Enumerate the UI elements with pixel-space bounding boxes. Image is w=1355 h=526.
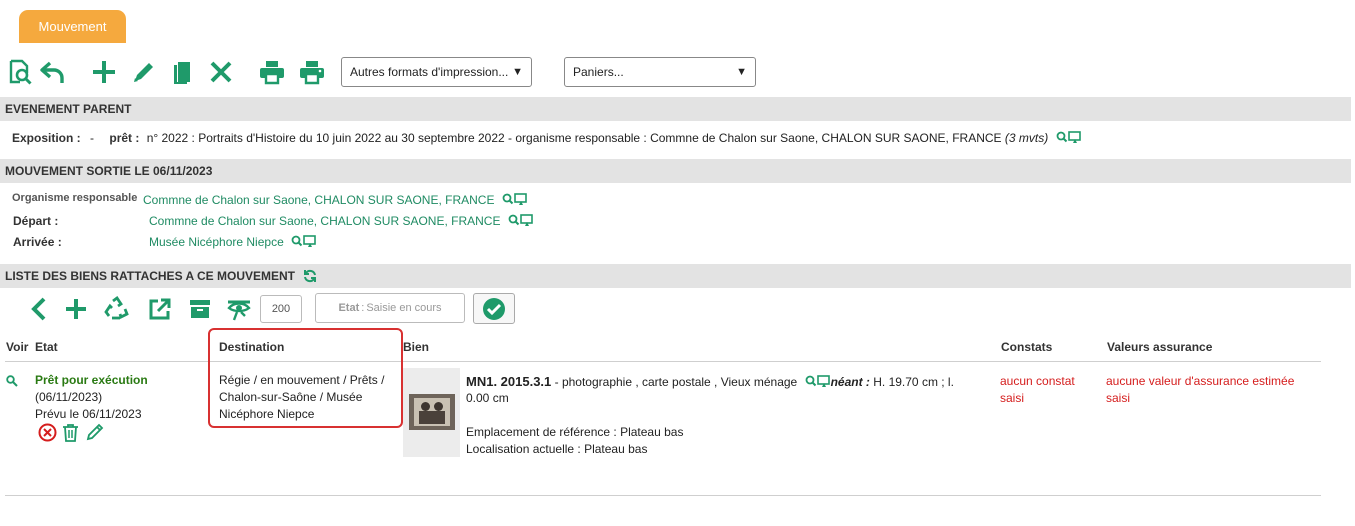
row-constats: aucun constat [1000, 374, 1075, 388]
col-header-bien: Bien [403, 340, 430, 354]
row-constats-2: saisi [1000, 391, 1025, 405]
items-header-label: LISTE DES BIENS RATTACHES A CE MOUVEMENT [5, 269, 296, 283]
arrivee-value[interactable]: Musée Nicéphore Niepce [149, 235, 284, 249]
pret-count: (3 mvts) [1004, 131, 1049, 145]
col-header-etat: Etat [35, 340, 58, 354]
pret-label: prêt : [109, 131, 140, 145]
add-item-icon[interactable] [61, 294, 91, 324]
row-edit-icon[interactable] [85, 423, 105, 445]
row-destination-line3: Nicéphore Niepce [219, 407, 315, 421]
chevron-down-icon: ▼ [736, 66, 747, 78]
row-cancel-icon[interactable] [38, 423, 57, 445]
organisme-value[interactable]: Commne de Chalon sur Saone, CHALON SUR S… [143, 193, 494, 207]
page-size-input[interactable]: 200 [260, 295, 302, 323]
add-icon[interactable] [89, 57, 119, 87]
chevron-down-icon: ▼ [512, 66, 523, 78]
col-header-valeurs: Valeurs assurance [1107, 340, 1213, 354]
col-header-constats: Constats [1001, 340, 1053, 354]
row-valeurs: aucune valeur d'assurance estimée [1106, 374, 1295, 388]
archive-box-icon[interactable] [185, 294, 215, 324]
print-icon[interactable] [257, 57, 287, 87]
arrivee-label: Arrivée : [13, 235, 62, 249]
preview-search-icon[interactable] [5, 57, 35, 87]
exposition-label: Exposition : [12, 131, 81, 145]
table-bottom-divider [5, 495, 1321, 496]
exposition-value: - [90, 131, 95, 145]
section-header-parent-event: EVENEMENT PARENT [0, 97, 1351, 121]
bien-thumbnail-image [409, 394, 455, 430]
header-divider [5, 361, 1321, 362]
row-valeurs-2: saisi [1106, 391, 1131, 405]
row-view-search-icon[interactable] [6, 375, 18, 390]
etat-input-placeholder: Saisie en cours [366, 302, 442, 314]
row-trash-icon[interactable] [62, 423, 79, 445]
bien-localisation: Localisation actuelle : Plateau bas [466, 442, 648, 456]
pret-value: n° 2022 : Portraits d'Histoire du 10 jui… [146, 131, 1002, 145]
row-status-date: (06/11/2023) [35, 390, 103, 404]
row-bien-line1: MN1. 2015.3.1 - photographie , carte pos… [466, 373, 954, 393]
external-link-icon[interactable] [145, 294, 175, 324]
print-formats-select[interactable]: Autres formats d'impression... ▼ [341, 57, 532, 87]
print-formats-value: Autres formats d'impression... [350, 65, 509, 79]
depart-label: Départ : [13, 214, 59, 228]
col-header-voir: Voir [6, 340, 29, 354]
refresh-icon[interactable] [303, 269, 317, 283]
arrivee-search-open-icon[interactable] [291, 235, 317, 251]
baskets-select[interactable]: Paniers... ▼ [564, 57, 756, 87]
bien-dims-line2: 0.00 cm [466, 391, 509, 405]
validate-button[interactable] [473, 293, 515, 324]
bien-neant: néant : [830, 375, 870, 389]
recycle-icon[interactable] [102, 294, 132, 324]
eye-of-horus-icon[interactable] [224, 294, 254, 324]
check-circle-icon [483, 297, 505, 320]
depart-value-link[interactable]: Commne de Chalon sur Saone, CHALON SUR S… [149, 214, 534, 230]
parent-event-line: Exposition : - prêt : n° 2022 : Portrait… [12, 131, 1082, 147]
section-header-items: LISTE DES BIENS RATTACHES A CE MOUVEMENT [0, 264, 1351, 288]
arrivee-value-link[interactable]: Musée Nicéphore Niepce [149, 235, 317, 251]
delete-x-icon[interactable] [206, 57, 236, 87]
organisme-search-open-icon[interactable] [502, 193, 528, 209]
bien-search-open-icon[interactable] [805, 375, 831, 393]
pret-search-open-icon[interactable] [1056, 131, 1082, 147]
etat-input[interactable]: Etat : Saisie en cours [315, 293, 465, 323]
depart-search-open-icon[interactable] [508, 214, 534, 230]
tab-mouvement[interactable]: Mouvement [19, 10, 126, 43]
duplicate-icon[interactable] [167, 57, 197, 87]
undo-icon[interactable] [38, 57, 68, 87]
bien-dims: H. 19.70 cm ; l. [869, 375, 954, 389]
organisme-label: Organisme responsable [12, 192, 138, 204]
organisme-value-link[interactable]: Commne de Chalon sur Saone, CHALON SUR S… [143, 193, 528, 209]
etat-input-label: Etat [338, 302, 360, 314]
bien-thumbnail-frame[interactable] [403, 368, 460, 457]
row-status: Prêt pour exécution [35, 373, 148, 387]
bien-emplacement: Emplacement de référence : Plateau bas [466, 425, 684, 439]
depart-value[interactable]: Commne de Chalon sur Saone, CHALON SUR S… [149, 214, 500, 228]
row-destination-line2: Chalon-sur-Saône / Musée [219, 390, 363, 404]
print-alt-icon[interactable] [297, 57, 327, 87]
chevron-left-icon[interactable] [24, 294, 54, 324]
row-destination-line1: Régie / en mouvement / Prêts / [219, 373, 385, 387]
section-header-movement: MOUVEMENT SORTIE LE 06/11/2023 [0, 159, 1351, 183]
bien-id-link[interactable]: MN1. 2015.3.1 [466, 374, 551, 389]
bien-description: - photographie , carte postale , Vieux m… [551, 375, 798, 389]
edit-pencil-icon[interactable] [129, 57, 159, 87]
baskets-value: Paniers... [573, 65, 624, 79]
row-planned: Prévu le 06/11/2023 [35, 407, 142, 421]
